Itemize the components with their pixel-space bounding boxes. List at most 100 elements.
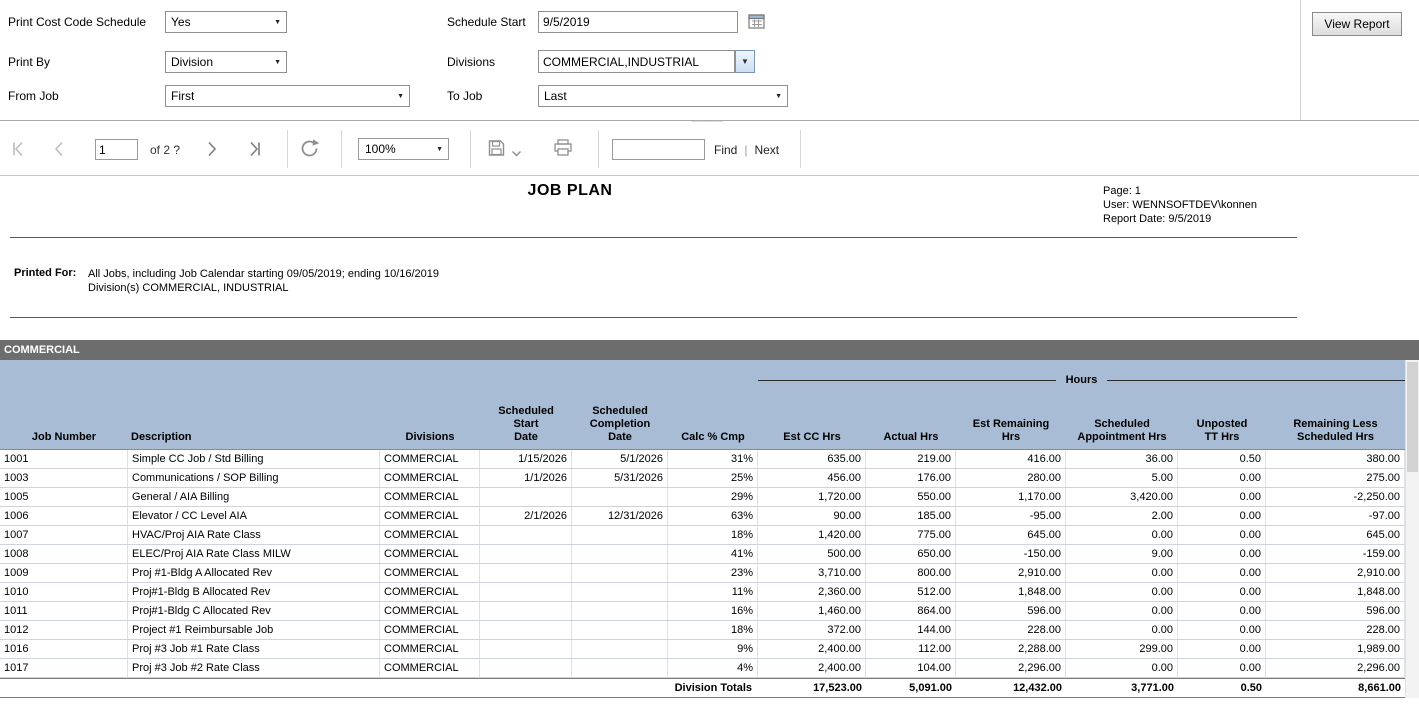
column-header: Actual Hrs	[866, 431, 956, 444]
table-row: 1009Proj #1-Bldg A Allocated RevCOMMERCI…	[0, 564, 1405, 583]
first-page-button[interactable]	[8, 140, 28, 163]
export-dropdown-chevron-icon[interactable]	[511, 145, 522, 163]
table-cell: 0.00	[1066, 583, 1178, 602]
table-cell	[480, 659, 572, 678]
table-cell: 0.00	[1066, 621, 1178, 640]
toolbar-separator	[470, 130, 471, 168]
next-link[interactable]: Next	[754, 143, 779, 157]
zoom-value: 100%	[365, 142, 396, 156]
next-page-button[interactable]	[203, 140, 221, 163]
table-cell	[572, 659, 668, 678]
table-cell: 185.00	[866, 507, 956, 526]
print-icon[interactable]	[553, 139, 573, 162]
table-cell: 0.50	[1178, 450, 1266, 469]
table-cell: 0.00	[1178, 621, 1266, 640]
table-cell: COMMERCIAL	[380, 545, 480, 564]
column-header: Description	[128, 431, 380, 444]
table-cell: 29%	[668, 488, 758, 507]
print-by-select[interactable]: Division ▼	[165, 51, 287, 73]
last-page-button[interactable]	[245, 140, 265, 163]
view-report-button[interactable]: View Report	[1312, 12, 1402, 36]
table-cell: 2,296.00	[956, 659, 1066, 678]
table-cell: 18%	[668, 526, 758, 545]
toolbar-separator	[800, 130, 801, 168]
calendar-icon[interactable]	[748, 13, 765, 34]
print-cost-code-schedule-select[interactable]: Yes ▼	[165, 11, 287, 33]
table-cell: 0.00	[1066, 602, 1178, 621]
total-cell: 17,523.00	[758, 682, 866, 694]
select-value: Last	[544, 89, 567, 103]
table-cell: 0.00	[1178, 583, 1266, 602]
printed-for-label: Printed For:	[14, 267, 76, 279]
print-by-label: Print By	[8, 55, 50, 69]
find-link[interactable]: Find	[714, 143, 737, 157]
table-cell: 1009	[0, 564, 128, 583]
total-cell: 12,432.00	[956, 682, 1066, 694]
table-cell: 1007	[0, 526, 128, 545]
table-cell: 2/1/2026	[480, 507, 572, 526]
chevron-down-icon: ▼	[741, 57, 749, 66]
page-number-input[interactable]	[95, 139, 138, 160]
parameters-panel: Print Cost Code Schedule Yes ▼ Schedule …	[0, 0, 1419, 121]
hours-group-line	[1107, 380, 1405, 381]
table-cell: 0.00	[1066, 564, 1178, 583]
table-cell: 864.00	[866, 602, 956, 621]
from-job-label: From Job	[8, 89, 59, 103]
table-row: 1006Elevator / CC Level AIACOMMERCIAL2/1…	[0, 507, 1405, 526]
table-cell: -150.00	[956, 545, 1066, 564]
printed-for-line2: Division(s) COMMERCIAL, INDUSTRIAL	[88, 281, 439, 295]
to-job-select[interactable]: Last ▼	[538, 85, 788, 107]
table-cell: 3,420.00	[1066, 488, 1178, 507]
table-cell: 1,460.00	[758, 602, 866, 621]
table-cell: 775.00	[866, 526, 956, 545]
table-cell: 650.00	[866, 545, 956, 564]
table-row: 1012Project #1 Reimbursable JobCOMMERCIA…	[0, 621, 1405, 640]
table-cell: 2,910.00	[956, 564, 1066, 583]
refresh-icon[interactable]	[299, 138, 321, 164]
schedule-start-input[interactable]	[538, 11, 738, 33]
chevron-down-icon: ▼	[775, 93, 782, 100]
table-cell: 0.00	[1178, 640, 1266, 659]
column-header: Unposted TT Hrs	[1178, 418, 1266, 444]
table-cell: 23%	[668, 564, 758, 583]
page-label: Page: 1	[1103, 184, 1257, 198]
table-cell: COMMERCIAL	[380, 640, 480, 659]
printed-for-line1: All Jobs, including Job Calendar startin…	[88, 267, 439, 281]
column-header: Job Number	[0, 431, 128, 444]
table-cell: HVAC/Proj AIA Rate Class	[128, 526, 380, 545]
total-cell: 0.50	[1178, 682, 1266, 694]
table-cell: 0.00	[1178, 564, 1266, 583]
from-job-select[interactable]: First ▼	[165, 85, 410, 107]
previous-page-button[interactable]	[50, 140, 68, 163]
divisions-input[interactable]	[538, 50, 735, 73]
table-cell	[572, 545, 668, 564]
toolbar-separator	[287, 130, 288, 168]
table-cell: 0.00	[1178, 469, 1266, 488]
find-text-input[interactable]	[612, 139, 705, 160]
divisions-dropdown-button[interactable]: ▼	[735, 50, 755, 73]
table-cell: 2.00	[1066, 507, 1178, 526]
table-cell	[480, 488, 572, 507]
table-cell: 4%	[668, 659, 758, 678]
scrollbar-thumb[interactable]	[1407, 362, 1418, 472]
panel-divider	[1300, 0, 1301, 120]
hours-group-label: Hours	[1056, 374, 1108, 386]
table-cell: 90.00	[758, 507, 866, 526]
table-cell	[480, 583, 572, 602]
table-cell	[480, 526, 572, 545]
table-cell: 2,296.00	[1266, 659, 1405, 678]
totals-row: Division Totals 17,523.005,091.0012,432.…	[0, 678, 1405, 698]
report-date-label: Report Date: 9/5/2019	[1103, 212, 1257, 226]
table-cell: 18%	[668, 621, 758, 640]
table-cell: COMMERCIAL	[380, 488, 480, 507]
export-save-icon[interactable]	[487, 139, 506, 162]
vertical-scrollbar[interactable]	[1405, 360, 1419, 698]
schedule-start-label: Schedule Start	[447, 15, 526, 29]
table-cell: 596.00	[956, 602, 1066, 621]
zoom-select[interactable]: 100% ▼	[358, 138, 449, 160]
table-cell: 144.00	[866, 621, 956, 640]
table-cell: 800.00	[866, 564, 956, 583]
report-viewport: JOB PLAN Page: 1 User: WENNSOFTDEV\konne…	[0, 176, 1419, 705]
table-row: 1010Proj#1-Bldg B Allocated RevCOMMERCIA…	[0, 583, 1405, 602]
table-cell: Project #1 Reimbursable Job	[128, 621, 380, 640]
